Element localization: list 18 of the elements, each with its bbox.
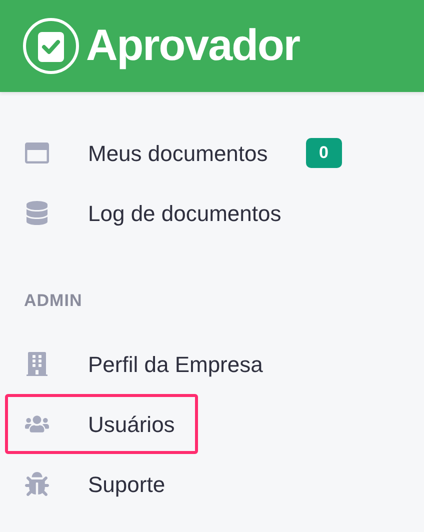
menu-label: Perfil da Empresa [88,350,263,379]
menu-item[interactable]: Log de documentos [5,183,304,243]
bug-icon [24,471,50,497]
menu-item[interactable]: Perfil da Empresa [5,334,286,394]
app-title: Aprovador [86,20,300,72]
menu-item[interactable]: Suporte [5,454,188,514]
menu-label: Usuários [88,410,175,438]
count-badge: 0 [306,138,342,168]
building-icon [24,351,50,377]
menu-item[interactable]: Meus documentos 0 [5,123,365,183]
menu-label: Log de documentos [88,200,282,228]
menu-item[interactable]: Usuários [5,394,198,454]
menu-label: Meus documentos [88,140,268,168]
section-heading: ADMIN [24,291,82,310]
database-icon [24,200,50,226]
window-icon [24,140,50,166]
menu-label: Suporte [88,470,166,499]
logo-icon [22,17,80,75]
